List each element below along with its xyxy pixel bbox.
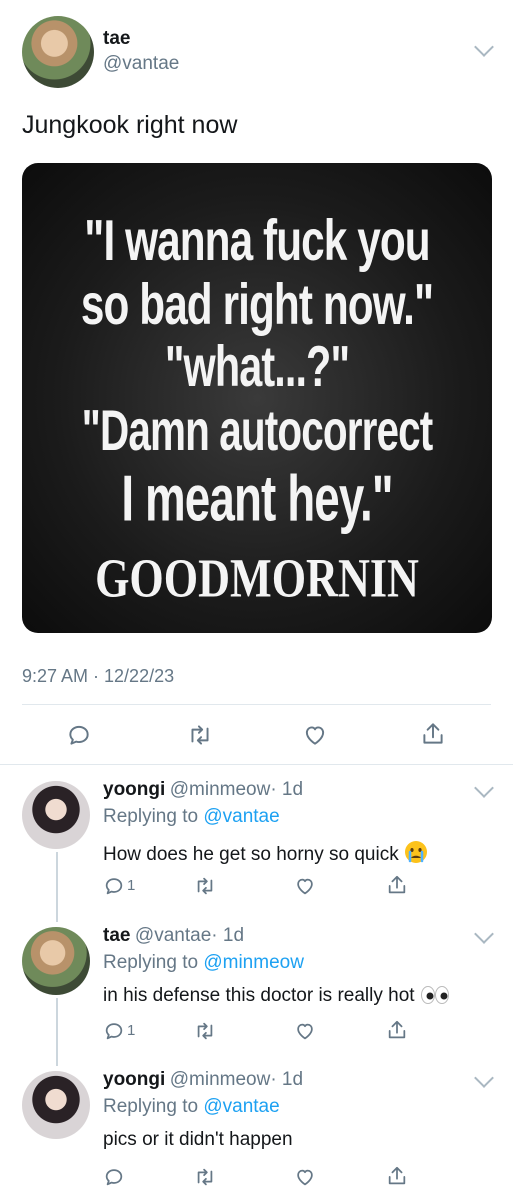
- share-icon[interactable]: [386, 873, 408, 897]
- retweet-icon[interactable]: [186, 722, 214, 748]
- image-text-line: "Damn autocorrect: [81, 397, 434, 463]
- reply-icon[interactable]: [103, 1166, 125, 1188]
- reply-count: 1: [127, 877, 136, 894]
- chevron-down-icon[interactable]: [474, 924, 494, 944]
- retweet-icon[interactable]: [193, 1166, 217, 1188]
- replying-to-label: Replying to: [103, 806, 199, 827]
- eyes-icon: [420, 985, 450, 1011]
- reply-author-handle[interactable]: @minmeow: [170, 1069, 271, 1090]
- reply-text-content: How does he get so horny so quick: [103, 844, 399, 865]
- tweet-text: Jungkook right now: [22, 111, 238, 139]
- replying-to-link[interactable]: @vantae: [203, 1096, 279, 1117]
- image-text-line: GOODMORNIN: [95, 548, 419, 609]
- replying-to-link[interactable]: @minmeow: [203, 952, 304, 973]
- like-icon[interactable]: [294, 1166, 316, 1188]
- reply-text: in his defense this doctor is really hot: [103, 985, 450, 1011]
- reply-author-handle[interactable]: @vantae: [135, 925, 211, 946]
- author-handle[interactable]: @vantae: [103, 53, 179, 75]
- reply-author-name[interactable]: yoongi: [103, 1069, 165, 1090]
- tweet-image[interactable]: "I wanna fuck you so bad right now." "wh…: [22, 163, 492, 633]
- image-text-line: "I wanna fuck you: [84, 207, 430, 273]
- avatar[interactable]: [22, 1071, 90, 1139]
- replying-to-label: Replying to: [103, 952, 199, 973]
- tweet-timestamp[interactable]: 9:27 AM · 12/22/23: [22, 666, 174, 687]
- share-icon[interactable]: [420, 720, 446, 748]
- reply-author-name[interactable]: tae: [103, 925, 130, 946]
- replying-to-label: Replying to: [103, 1096, 199, 1117]
- reply-text: pics or it didn't happen: [103, 1129, 293, 1150]
- image-text-line: I meant hey.": [121, 462, 393, 536]
- avatar[interactable]: [22, 16, 94, 88]
- reply-icon[interactable]: [103, 875, 125, 897]
- reply-time: · 1d: [270, 779, 304, 800]
- avatar[interactable]: [22, 927, 90, 995]
- reply-text: How does he get so horny so quick: [103, 840, 428, 870]
- avatar[interactable]: [22, 781, 90, 849]
- reply-count: 1: [127, 1022, 136, 1039]
- divider: [0, 764, 513, 765]
- like-icon[interactable]: [302, 722, 328, 748]
- reply-time: · 1d: [270, 1069, 304, 1090]
- replying-to: Replying to @vantae: [103, 806, 280, 828]
- chevron-down-icon[interactable]: [474, 1068, 494, 1088]
- replying-to: Replying to @vantae: [103, 1096, 280, 1118]
- image-text-line: "what...?": [164, 333, 350, 399]
- reply-time: · 1d: [211, 925, 245, 946]
- like-icon[interactable]: [294, 1020, 316, 1042]
- reply-icon[interactable]: [103, 1020, 125, 1042]
- chevron-down-icon[interactable]: [474, 37, 494, 57]
- reply-author-name[interactable]: yoongi: [103, 779, 165, 800]
- like-icon[interactable]: [294, 875, 316, 897]
- replying-to-link[interactable]: @vantae: [203, 806, 279, 827]
- share-icon[interactable]: [386, 1164, 408, 1188]
- image-text-line: so bad right now.": [80, 271, 434, 337]
- share-icon[interactable]: [386, 1018, 408, 1042]
- reply-icon[interactable]: [66, 722, 92, 748]
- reply-author-handle[interactable]: @minmeow: [170, 779, 271, 800]
- retweet-icon[interactable]: [193, 875, 217, 897]
- replying-to: Replying to @minmeow: [103, 952, 304, 974]
- retweet-icon[interactable]: [193, 1020, 217, 1042]
- author-name[interactable]: tae: [103, 28, 130, 50]
- thread-line: [56, 998, 58, 1066]
- divider: [22, 704, 491, 705]
- thread-line: [56, 852, 58, 922]
- chevron-down-icon[interactable]: [474, 778, 494, 798]
- crying-face-icon: [404, 840, 428, 870]
- reply-text-content: in his defense this doctor is really hot: [103, 985, 415, 1006]
